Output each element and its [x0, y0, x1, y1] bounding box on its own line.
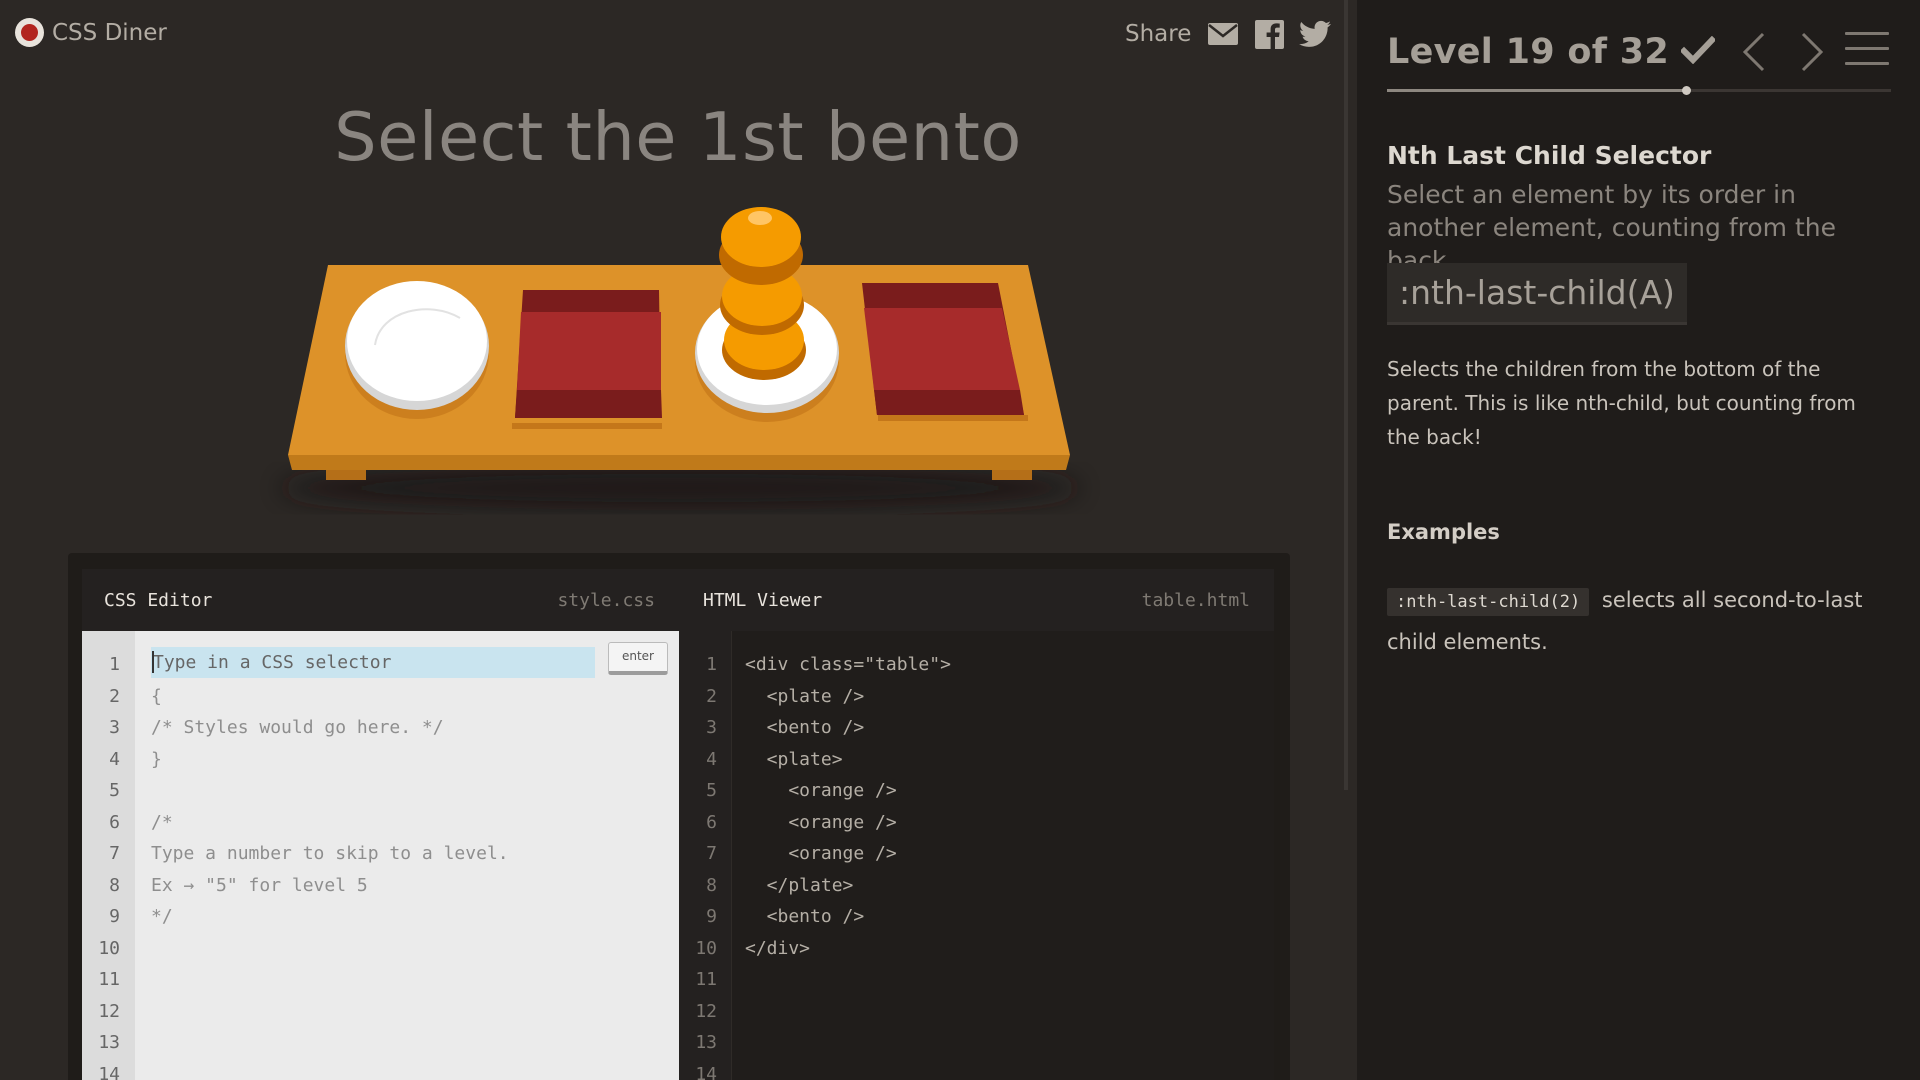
example-code: :nth-last-child(2): [1387, 588, 1590, 616]
line-number: 11: [98, 969, 120, 990]
enter-button[interactable]: enter: [608, 642, 668, 675]
sidebar: Level 19 of 32 Nth Last Child Selector S…: [1357, 0, 1920, 1080]
line-number: 11: [695, 969, 717, 990]
line-number: 7: [109, 843, 120, 864]
line-number: 12: [695, 1000, 717, 1022]
css-line-numbers: 1 2 3 4 5 6 7 8 9 10 11 12 13 14: [82, 631, 135, 1080]
code-line: <orange />: [745, 843, 897, 864]
line-number: 3: [706, 717, 717, 738]
line-number: 14: [695, 1063, 717, 1080]
css-editor[interactable]: 1234567891011121314 enter {/* Styles wou…: [82, 631, 679, 1080]
line-number: 9: [109, 906, 120, 927]
line-number: 4: [706, 748, 717, 770]
editor-panel: CSS Editor style.css HTML Viewer table.h…: [68, 553, 1290, 1080]
editor-inner: CSS Editor style.css HTML Viewer table.h…: [82, 569, 1274, 1080]
line-number: 8: [109, 874, 120, 896]
table-scene: [280, 207, 1080, 510]
code-line: <bento />: [745, 717, 865, 738]
check-icon: [1679, 35, 1717, 68]
line-number: 10: [695, 937, 717, 959]
line-number: 9: [706, 906, 717, 927]
bento[interactable]: [512, 290, 662, 429]
line-number: 3: [109, 717, 120, 738]
line-number: 1: [706, 654, 717, 675]
line-number: 1: [109, 654, 120, 675]
line-number: 13: [695, 1032, 717, 1053]
hamburger-menu-icon[interactable]: [1845, 32, 1889, 72]
code-line: }: [151, 748, 162, 770]
css-editor-title: CSS Editor: [104, 589, 213, 611]
line-number: 6: [109, 811, 120, 833]
css-editor-header: CSS Editor style.css: [82, 569, 679, 631]
line-number: 4: [109, 748, 120, 770]
line-number: 2: [706, 685, 717, 707]
line-number: 5: [706, 780, 717, 801]
scroll-divider[interactable]: [1344, 0, 1348, 790]
selector-syntax: :nth-last-child(A): [1387, 263, 1687, 325]
line-number: 2: [109, 685, 120, 707]
css-file-name: style.css: [557, 589, 655, 611]
orange[interactable]: [719, 207, 803, 285]
html-viewer-title: HTML Viewer: [703, 589, 823, 611]
code-line: <div class="table">: [745, 654, 951, 675]
code-line: <orange />: [745, 811, 897, 833]
line-number: 14: [98, 1063, 120, 1080]
code-line: /*: [151, 811, 173, 833]
html-line-numbers: 1 2 3 4 5 6 7 8 9 10 11 12 13 14: [679, 631, 732, 1080]
code-line: <plate />: [745, 685, 865, 707]
code-line: */: [151, 906, 173, 927]
code-line: <bento />: [745, 906, 865, 927]
selector-hint: Selects the children from the bottom of …: [1387, 357, 1856, 449]
chevron-right-icon[interactable]: [1793, 30, 1829, 74]
selector-name: Nth Last Child Selector: [1387, 141, 1712, 170]
line-number: 12: [98, 1000, 120, 1022]
line-number: 5: [109, 780, 120, 801]
code-line: <orange />: [745, 780, 897, 801]
chevron-left-icon[interactable]: [1737, 30, 1773, 74]
level-title: Level 19 of 32: [1387, 32, 1670, 72]
level-progress-fill: [1387, 89, 1687, 92]
code-line: Type a number to skip to a level.: [151, 843, 509, 864]
code-line: Ex → "5" for level 5: [151, 874, 368, 896]
game-area: CSS Diner Share Select the 1st bento CSS…: [0, 0, 1344, 1080]
code-line: {: [151, 685, 162, 707]
line-number: 7: [706, 843, 717, 864]
html-viewer[interactable]: 1 2 3 4 5 6 7 8 9 10 11 12 13 14 <div class="table"> …: [679, 631, 1274, 1080]
example: :nth-last-child(2) selects all second-to…: [1387, 580, 1887, 662]
level-header[interactable]: Level 19 of 32: [1387, 32, 1717, 72]
code-line: </plate>: [745, 874, 854, 896]
line-number: 13: [98, 1032, 120, 1053]
line-number: 6: [706, 811, 717, 833]
level-progress-bar[interactable]: [1387, 86, 1891, 95]
examples-title: Examples: [1387, 520, 1500, 544]
text-caret: [152, 651, 154, 673]
line-number: 8: [706, 874, 717, 896]
line-number: 10: [98, 937, 120, 959]
plate[interactable]: [345, 281, 489, 419]
level-progress-knob: [1682, 86, 1692, 95]
html-viewer-header: HTML Viewer table.html: [679, 569, 1274, 631]
html-file-name: table.html: [1141, 589, 1250, 611]
code-line: <plate>: [745, 748, 843, 770]
code-line: /* Styles would go here. */: [151, 717, 444, 738]
code-line: </div>: [745, 937, 811, 959]
css-selector-input[interactable]: [151, 647, 595, 678]
